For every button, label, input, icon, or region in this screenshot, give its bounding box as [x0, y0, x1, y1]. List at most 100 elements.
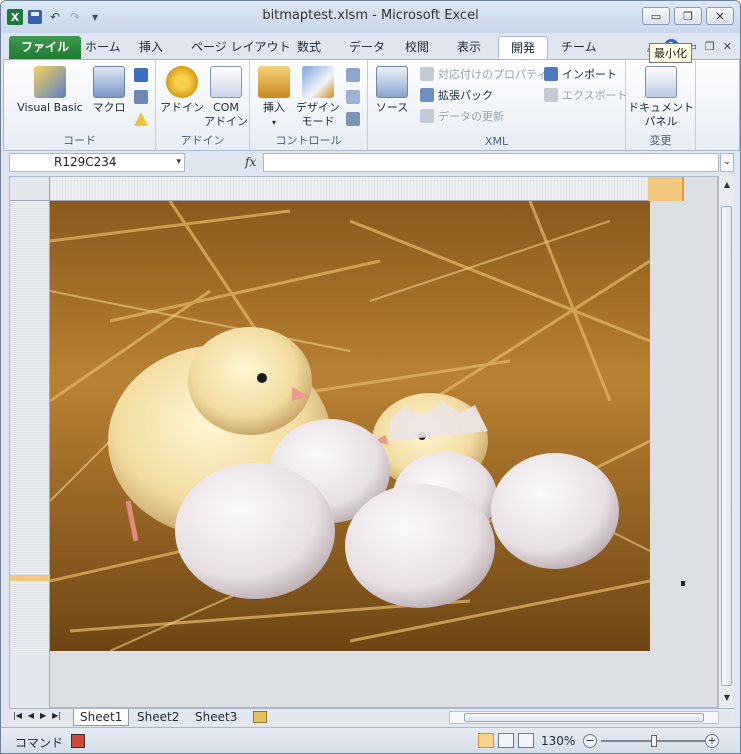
window-restore-icon[interactable]: ❐	[705, 40, 715, 53]
tab-review[interactable]: 校閲	[393, 36, 441, 59]
vertical-scroll-thumb[interactable]	[721, 206, 732, 686]
insert-control-button[interactable]: 挿入 ▾	[254, 66, 294, 130]
row-headers-empty	[10, 651, 50, 709]
worksheet-grid[interactable]	[9, 176, 718, 709]
group-code: Visual Basic マクロ コード	[4, 60, 156, 150]
minimize-button[interactable]: ▭	[642, 7, 670, 25]
document-panel-button[interactable]: ドキュメント パネル	[628, 66, 694, 129]
status-bar: コマンド 130% − +	[1, 727, 740, 753]
sheet-tab-bar: |◀ ◀ ▶ ▶| Sheet1 Sheet2 Sheet3	[9, 708, 734, 726]
sheet-nav-buttons: |◀ ◀ ▶ ▶|	[13, 711, 61, 720]
map-properties-icon	[420, 67, 434, 81]
tab-view[interactable]: 表示	[445, 36, 493, 59]
close-button[interactable]: ✕	[706, 7, 734, 25]
import-icon	[544, 67, 558, 81]
normal-view-icon[interactable]	[478, 733, 494, 748]
group-label-code: コード	[63, 134, 96, 147]
name-box[interactable]: R129C234 ▾	[9, 153, 185, 172]
tab-data[interactable]: データ	[337, 36, 397, 59]
group-modify: ドキュメント パネル 変更	[626, 60, 696, 150]
insert-sheet-icon[interactable]	[253, 711, 267, 723]
active-cell[interactable]	[681, 581, 685, 586]
ribbon: Visual Basic マクロ コード アドイン COM アドイン アドイン	[3, 59, 740, 151]
select-all-corner[interactable]	[10, 177, 50, 201]
sheet-tab-sheet1[interactable]: Sheet1	[73, 709, 130, 726]
addin-button[interactable]: アドイン	[160, 66, 204, 115]
import-button[interactable]: インポート	[544, 66, 617, 82]
selected-row-header[interactable]	[10, 575, 50, 581]
row-headers[interactable]	[10, 201, 50, 651]
selected-column-header[interactable]	[648, 177, 684, 201]
tab-team[interactable]: チーム	[549, 36, 609, 59]
group-label-addin: アドイン	[180, 134, 225, 147]
zoom-slider[interactable]: − +	[583, 734, 723, 748]
formula-input[interactable]	[263, 153, 719, 172]
group-label-controls: コントロール	[275, 134, 342, 147]
xml-source-icon	[376, 66, 408, 98]
next-sheet-icon[interactable]: ▶	[40, 711, 46, 720]
ribbon-tabs: ファイル ホーム 挿入 ページ レイアウト 数式 データ 校閲 表示 開発 チー…	[1, 33, 740, 59]
tab-home[interactable]: ホーム	[73, 36, 133, 59]
horizontal-scrollbar[interactable]	[449, 711, 719, 724]
page-break-view-icon[interactable]	[518, 733, 534, 748]
run-dialog-icon[interactable]	[346, 112, 360, 126]
export-icon	[544, 88, 558, 102]
group-label-xml: XML	[484, 135, 509, 148]
last-sheet-icon[interactable]: ▶|	[52, 711, 61, 720]
document-panel-icon	[645, 66, 677, 98]
title-bar: X ↶ ↷ ▾ bitmaptest.xlsm - Microsoft Exce…	[1, 1, 740, 33]
first-sheet-icon[interactable]: |◀	[13, 711, 22, 720]
macro-security-icon[interactable]	[134, 112, 148, 126]
expansion-packs-button[interactable]: 拡張パック	[420, 87, 493, 103]
visual-basic-button[interactable]: Visual Basic	[12, 66, 88, 115]
name-box-dropdown-icon[interactable]: ▾	[176, 154, 181, 171]
view-code-icon[interactable]	[346, 90, 360, 104]
design-mode-button[interactable]: デザイン モード	[294, 66, 342, 129]
properties-icon[interactable]	[346, 68, 360, 82]
zoom-in-button[interactable]: +	[705, 734, 719, 748]
refresh-data-button[interactable]: データの更新	[420, 108, 504, 124]
insert-function-icon[interactable]: fx	[245, 155, 256, 169]
export-button[interactable]: エクスポート	[544, 87, 628, 103]
zoom-knob[interactable]	[651, 735, 657, 747]
sheet-tab-sheet2[interactable]: Sheet2	[131, 709, 185, 726]
sheet-tab-sheet3[interactable]: Sheet3	[189, 709, 243, 726]
window-controls: ▭ ❐ ✕	[642, 7, 734, 25]
com-addin-button[interactable]: COM アドイン	[204, 66, 248, 129]
com-addin-icon	[210, 66, 242, 98]
scroll-up-icon[interactable]: ▲	[720, 178, 734, 192]
vertical-scrollbar[interactable]: ▲ ▼	[718, 176, 734, 708]
map-properties-button[interactable]: 対応付けのプロパティ	[420, 66, 547, 82]
window-close-icon[interactable]: ✕	[723, 40, 732, 53]
record-macro-icon[interactable]	[134, 68, 148, 82]
group-xml: ソース 対応付けのプロパティ 拡張パック データの更新 インポート エクスポート	[368, 60, 628, 150]
page-layout-view-icon[interactable]	[498, 733, 514, 748]
zoom-out-button[interactable]: −	[583, 734, 597, 748]
expansion-packs-icon	[420, 88, 434, 102]
tab-file[interactable]: ファイル	[9, 36, 82, 59]
window-title: bitmaptest.xlsm - Microsoft Excel	[262, 8, 479, 23]
toolbox-icon	[258, 66, 290, 98]
macro-button[interactable]: マクロ	[88, 66, 130, 115]
group-addin: アドイン COM アドイン アドイン	[156, 60, 250, 150]
source-button[interactable]: ソース	[372, 66, 412, 115]
excel-window: X ↶ ↷ ▾ bitmaptest.xlsm - Microsoft Exce…	[0, 0, 741, 754]
tab-formulas[interactable]: 数式	[285, 36, 333, 59]
horizontal-scroll-thumb[interactable]	[464, 713, 704, 722]
tooltip: 最小化	[649, 43, 692, 63]
prev-sheet-icon[interactable]: ◀	[28, 711, 34, 720]
relative-reference-icon[interactable]	[134, 90, 148, 104]
zoom-level[interactable]: 130%	[541, 734, 575, 748]
status-mode: コマンド	[15, 736, 64, 750]
tab-developer[interactable]: 開発	[498, 36, 549, 59]
scroll-down-icon[interactable]: ▼	[720, 691, 734, 705]
column-headers[interactable]	[50, 177, 648, 201]
chicks-eggs-picture	[50, 201, 650, 651]
macro-icon	[93, 66, 125, 98]
tab-insert[interactable]: 挿入	[127, 36, 175, 59]
restore-button[interactable]: ❐	[674, 7, 702, 25]
macro-recording-icon[interactable]	[71, 734, 85, 748]
design-mode-icon	[302, 66, 334, 98]
expand-formula-bar-icon[interactable]: ⌄	[720, 153, 734, 172]
refresh-icon	[420, 109, 434, 123]
